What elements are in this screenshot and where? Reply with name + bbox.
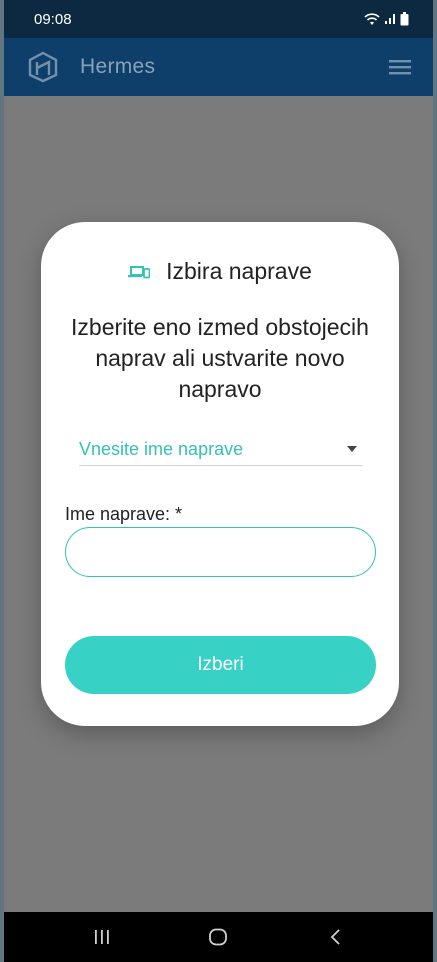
status-bar: 09:08 [4, 0, 433, 38]
device-name-input[interactable] [65, 527, 376, 577]
caret-down-icon [347, 446, 357, 452]
device-select-placeholder: Vnesite ime naprave [79, 439, 244, 459]
dialog-message: Izberite eno izmed obstojecih naprav ali… [71, 314, 369, 402]
device-frame: 09:08 Hermes Izbira naprave Izberite eno… [0, 0, 437, 962]
system-nav-bar [4, 912, 433, 962]
dialog-title: Izbira naprave [166, 258, 312, 284]
select-button[interactable]: Izberi [65, 636, 376, 694]
hamburger-menu-icon[interactable] [389, 59, 411, 75]
signal-icon [384, 13, 396, 25]
dialog-header: Izbira naprave [41, 258, 399, 285]
recents-icon[interactable] [87, 922, 117, 952]
app-bar: Hermes [4, 38, 433, 96]
home-icon[interactable] [203, 922, 233, 952]
status-icons [364, 12, 409, 26]
battery-icon [400, 12, 409, 26]
back-icon[interactable] [320, 922, 350, 952]
device-name-label: Ime naprave: * [65, 504, 183, 524]
device-selection-dialog: Izbira naprave Izberite eno izmed obstoj… [41, 222, 399, 726]
device-select[interactable]: Vnesite ime naprave [79, 434, 363, 466]
hermes-logo-icon [26, 50, 60, 84]
wifi-icon [364, 12, 380, 26]
screen: 09:08 Hermes Izbira naprave Izberite eno… [4, 0, 433, 962]
devices-icon [128, 264, 151, 280]
status-time: 09:08 [34, 10, 72, 28]
app-title: Hermes [80, 55, 156, 78]
